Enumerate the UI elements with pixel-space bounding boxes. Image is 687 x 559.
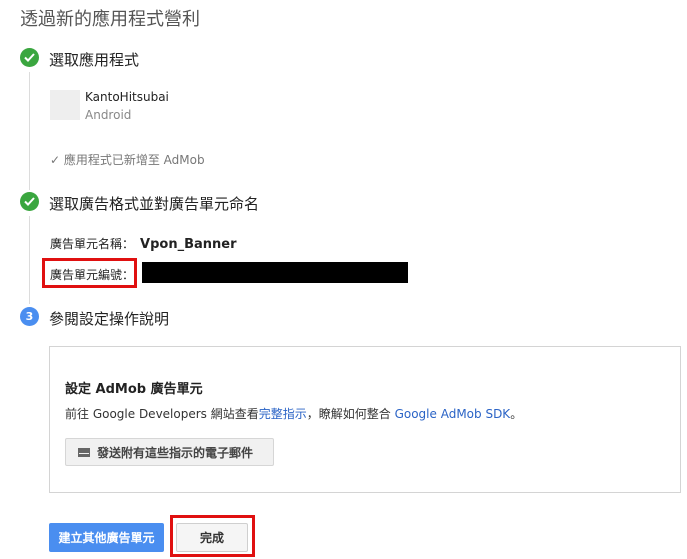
app-platform: Android xyxy=(85,108,132,122)
card-description: 前往 Google Developers 網站查看完整指示，瞭解如何整合 Goo… xyxy=(65,405,522,422)
highlight-box-done xyxy=(170,515,255,557)
create-other-ad-unit-button[interactable]: 建立其他廣告單元 xyxy=(49,523,164,552)
step3-number-badge: 3 xyxy=(20,307,39,326)
step-connector xyxy=(29,72,30,190)
app-name: KantoHitsubai xyxy=(85,90,169,104)
send-email-button[interactable]: 發送附有這些指示的電子郵件 xyxy=(65,438,274,466)
step2-check-icon xyxy=(20,192,39,211)
step1-label: 選取應用程式 xyxy=(49,51,140,69)
full-instructions-link[interactable]: 完整指示 xyxy=(259,407,307,421)
app-icon xyxy=(50,90,80,120)
mail-icon xyxy=(78,447,90,457)
step-connector xyxy=(29,216,30,304)
card-title: 設定 AdMob 廣告單元 xyxy=(65,382,203,397)
app-added-note: ✓ 應用程式已新增至 AdMob xyxy=(50,153,205,167)
step3-label: 參閱設定操作說明 xyxy=(49,310,170,328)
step1-check-icon xyxy=(20,48,39,67)
setup-instructions-card: 設定 AdMob 廣告單元 前往 Google Developers 網站查看完… xyxy=(49,346,681,493)
highlight-box-ad-unit-id xyxy=(42,258,137,288)
send-email-label: 發送附有這些指示的電子郵件 xyxy=(97,445,254,460)
card-desc-mid: ，瞭解如何整合 xyxy=(306,407,395,421)
ad-unit-name-label: 廣告單元名稱： xyxy=(50,237,135,251)
card-desc-prefix: 前往 Google Developers 網站查看 xyxy=(65,407,259,421)
card-desc-suffix: 。 xyxy=(510,407,523,421)
redacted-ad-unit-id xyxy=(142,262,408,283)
admob-sdk-link[interactable]: Google AdMob SDK xyxy=(395,407,511,421)
page-title: 透過新的應用程式營利 xyxy=(20,9,200,30)
step2-label: 選取廣告格式並對廣告單元命名 xyxy=(49,195,260,213)
ad-unit-name-row: 廣告單元名稱： Vpon_Banner xyxy=(50,235,237,252)
ad-unit-name-value: Vpon_Banner xyxy=(140,237,237,252)
